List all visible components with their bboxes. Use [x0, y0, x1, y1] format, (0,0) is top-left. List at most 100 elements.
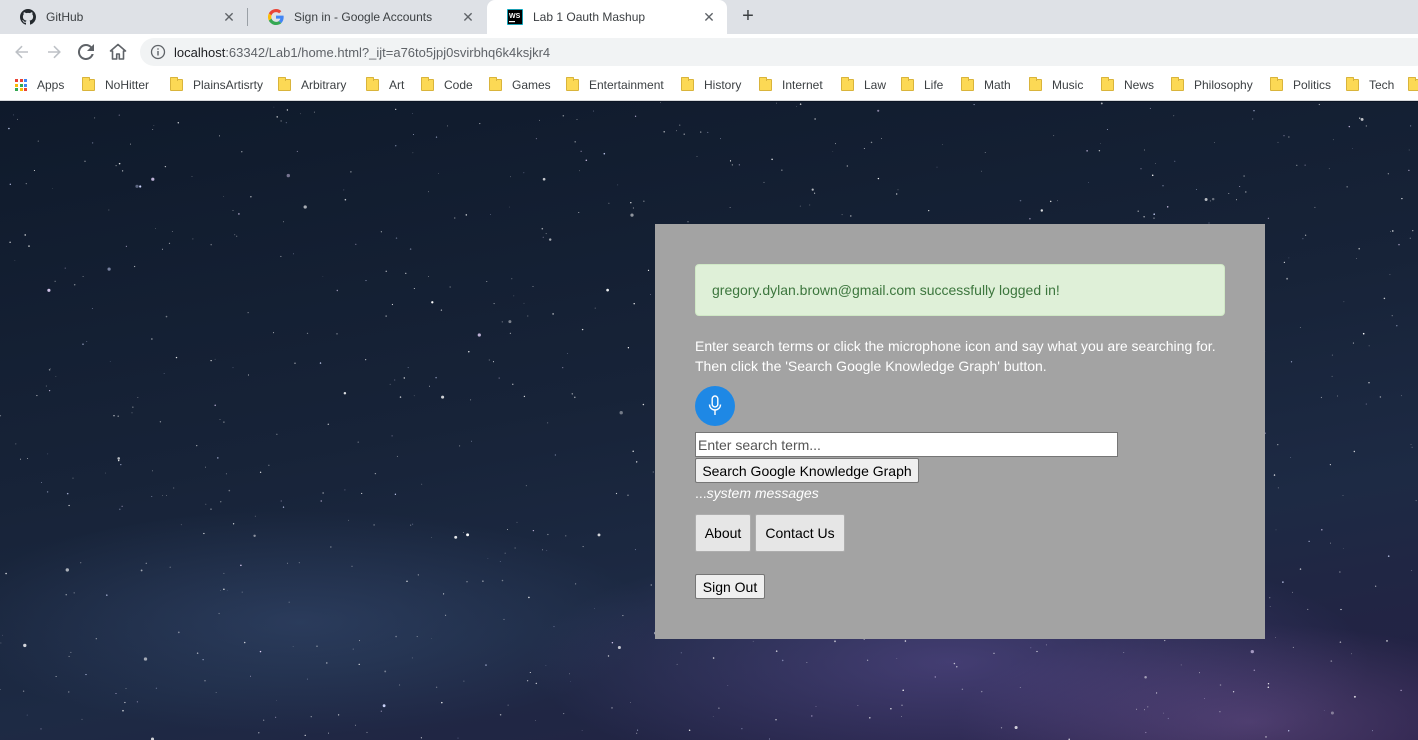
bookmark-folder[interactable]: Entertainment	[566, 76, 664, 94]
star	[412, 152, 414, 154]
star	[896, 658, 898, 659]
star	[1411, 446, 1413, 448]
star	[13, 114, 14, 116]
star	[634, 115, 637, 117]
star	[1123, 652, 1125, 653]
star	[485, 664, 487, 666]
star	[501, 579, 504, 582]
bookmark-folder[interactable]: Internet	[759, 76, 823, 94]
bookmark-folder[interactable]: Life	[901, 76, 943, 94]
bookmark-folder[interactable]: PlainsArtisrty	[170, 76, 263, 94]
star	[528, 596, 530, 599]
star	[763, 181, 765, 183]
star	[1086, 150, 1088, 152]
star	[165, 495, 167, 496]
star	[712, 657, 715, 659]
bookmark-folder[interactable]: NoHitter	[82, 76, 149, 94]
star	[468, 350, 470, 353]
bookmark-folder[interactable]: Code	[421, 76, 473, 94]
star	[250, 196, 252, 198]
star	[611, 707, 613, 709]
star	[125, 245, 128, 248]
star	[1211, 197, 1215, 201]
search-knowledge-graph-button[interactable]: Search Google Knowledge Graph	[695, 458, 919, 483]
tab-google-sign-in[interactable]: Sign in - Google Accounts ✕	[248, 0, 486, 34]
bookmark-folder[interactable]: Politics	[1270, 76, 1331, 94]
bookmark-folder[interactable]: History	[681, 76, 741, 94]
star	[1245, 191, 1247, 193]
folder-icon	[278, 77, 291, 91]
star	[204, 680, 206, 682]
close-icon[interactable]: ✕	[460, 9, 476, 25]
star	[729, 207, 731, 209]
bookmark-folder-overflow[interactable]	[1408, 76, 1418, 94]
address-bar[interactable]: localhost:63342/Lab1/home.html?_ijt=a76t…	[140, 38, 1418, 66]
new-tab-button[interactable]: +	[737, 6, 759, 28]
sign-out-button[interactable]: Sign Out	[695, 574, 765, 599]
star	[973, 104, 975, 106]
star	[350, 171, 352, 173]
bookmark-folder[interactable]: Tech	[1346, 76, 1394, 94]
microphone-button[interactable]	[695, 386, 735, 426]
bookmark-folder[interactable]: Arbitrary	[278, 76, 346, 94]
close-icon[interactable]: ✕	[701, 9, 717, 25]
star	[1372, 730, 1373, 732]
bookmark-folder[interactable]: Art	[366, 76, 404, 94]
star	[273, 332, 275, 334]
star	[1339, 641, 1342, 643]
about-button[interactable]: About	[695, 514, 751, 552]
search-input[interactable]	[695, 432, 1118, 457]
forward-button[interactable]	[42, 40, 66, 64]
back-button[interactable]	[10, 40, 34, 64]
star	[529, 671, 531, 674]
star	[1162, 185, 1164, 187]
star	[981, 170, 983, 172]
bookmark-folder[interactable]: Law	[841, 76, 886, 94]
tab-github[interactable]: GitHub ✕	[0, 0, 247, 34]
star	[1408, 169, 1410, 172]
star	[1290, 456, 1292, 458]
star	[523, 302, 525, 304]
star	[984, 152, 986, 153]
bookmark-folder[interactable]: News	[1101, 76, 1154, 94]
star	[115, 165, 117, 167]
star	[196, 444, 198, 447]
star	[579, 170, 580, 172]
bookmark-folder[interactable]: Philosophy	[1171, 76, 1253, 94]
star	[470, 399, 472, 401]
star	[306, 678, 308, 680]
star	[0, 688, 1, 690]
star	[1277, 444, 1279, 446]
close-icon[interactable]: ✕	[221, 9, 237, 25]
contact-us-button[interactable]: Contact Us	[755, 514, 845, 552]
star	[1155, 163, 1156, 164]
bookmark-folder[interactable]: Math	[961, 76, 1011, 94]
star	[49, 368, 51, 369]
bookmark-folder[interactable]: Music	[1029, 76, 1083, 94]
home-button[interactable]	[106, 40, 130, 64]
star	[781, 659, 784, 662]
star	[1269, 605, 1271, 607]
star	[243, 641, 246, 644]
arrow-left-icon	[15, 45, 28, 59]
star	[220, 590, 221, 591]
star	[712, 716, 714, 717]
star	[509, 206, 510, 208]
star	[1365, 403, 1367, 405]
star	[594, 307, 596, 309]
star	[1389, 230, 1391, 232]
star	[545, 665, 547, 666]
bookmark-apps[interactable]: Apps	[15, 76, 64, 94]
star	[1314, 206, 1316, 208]
star	[25, 183, 27, 185]
star	[276, 433, 278, 435]
star	[117, 415, 119, 417]
star	[1195, 188, 1197, 190]
reload-button[interactable]	[74, 40, 98, 64]
star	[527, 315, 529, 317]
tab-lab1-oauth-mashup[interactable]: WS Lab 1 Oauth Mashup ✕	[487, 0, 727, 34]
star	[571, 393, 574, 395]
star	[171, 231, 173, 232]
system-messages: ...system messages	[695, 485, 819, 501]
bookmark-folder[interactable]: Games	[489, 76, 551, 94]
